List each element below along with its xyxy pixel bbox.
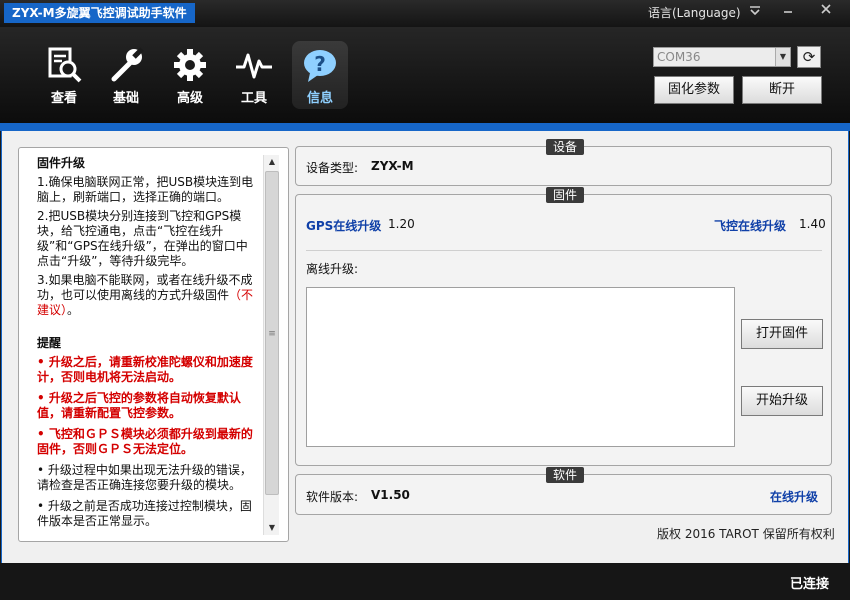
help-scrollbar[interactable]: ▲ ≡ ▼ <box>263 155 279 535</box>
firmware-group: 固件 GPS在线升级 1.20 飞控在线升级 1.40 离线升级: 打开固件 开… <box>295 187 832 466</box>
gps-online-upgrade-link[interactable]: GPS在线升级 <box>306 217 381 234</box>
help-step: 1.确保电脑联网正常，把USB模块连到电脑上，刷新端口，选择正确的端口。 <box>37 175 254 204</box>
divider <box>306 250 822 251</box>
device-type-label: 设备类型: <box>306 161 359 175</box>
nav-view[interactable]: 查看 <box>36 41 92 109</box>
connection-status: 已连接 <box>789 577 829 592</box>
nav-basic-label: 基础 <box>112 91 139 106</box>
gps-version: 1.20 <box>388 217 415 231</box>
nav-basic[interactable]: 基础 <box>98 41 154 109</box>
help-panel: 固件升级 1.确保电脑联网正常，把USB模块连到电脑上，刷新端口，选择正确的端口… <box>18 147 289 542</box>
scroll-up-icon[interactable]: ▲ <box>264 155 280 169</box>
copyright-text: 版权 2016 TAROT 保留所有权利 <box>657 527 835 541</box>
open-firmware-button[interactable]: 打开固件 <box>741 319 823 349</box>
software-group: 软件 软件版本: V1.50 在线升级 <box>295 467 832 515</box>
help-step-3: 3.如果电脑不能联网，或者在线升级不成功，也可以使用离线的方式升级固件（不建议）… <box>37 273 259 318</box>
svg-text:?: ? <box>314 52 326 76</box>
device-type-value: ZYX-M <box>371 159 414 173</box>
status-bar: 已连接 <box>0 563 850 600</box>
software-version-value: V1.50 <box>371 488 410 502</box>
fc-online-upgrade-link[interactable]: 飞控在线升级 <box>714 217 786 234</box>
scroll-down-icon[interactable]: ▼ <box>264 521 280 535</box>
nav-advanced[interactable]: 高级 <box>162 41 218 109</box>
disconnect-button[interactable]: 断开 <box>742 76 822 104</box>
toolbar: 查看 基础 高级 工具 ? 信息 COM36 ▼ ⟳ 固化参数 断开 <box>0 27 850 123</box>
help-step-3-end: 。 <box>67 303 80 317</box>
save-params-button[interactable]: 固化参数 <box>654 76 734 104</box>
refresh-icon[interactable]: ⟳ <box>797 46 821 68</box>
app-title: ZYX-M多旋翼飞控调试助手软件 <box>4 3 195 23</box>
offline-upgrade-log[interactable] <box>306 287 735 447</box>
reminder-item: • 升级过程中如果出现无法升级的错误，请检查是否正确连接您要升级的模块。 <box>37 463 252 492</box>
pulse-icon <box>236 53 272 79</box>
minimize-icon[interactable] <box>776 2 800 22</box>
reminder-heading: 提醒 <box>37 336 62 350</box>
reminder-item: • 升级之前是否成功连接过控制模块，固件版本是否正常显示。 <box>37 499 252 528</box>
info-bubble-icon: ? <box>304 50 336 82</box>
software-version-label: 软件版本: <box>306 490 359 504</box>
com-port-select[interactable]: COM36 ▼ <box>653 47 791 67</box>
gear-icon <box>174 49 206 81</box>
title-bar: ZYX-M多旋翼飞控调试助手软件 语言(Language) <box>0 0 850 27</box>
nav-info[interactable]: ? 信息 <box>292 41 348 109</box>
offline-upgrade-label: 离线升级: <box>306 262 359 276</box>
nav-tools[interactable]: 工具 <box>226 41 282 109</box>
fc-version: 1.40 <box>799 217 826 231</box>
software-group-title: 软件 <box>546 467 585 483</box>
reminder-item: • 升级之后，请重新校准陀螺仪和加速度计，否则电机将无法启动。 <box>37 355 253 384</box>
nav-info-label: 信息 <box>306 91 333 106</box>
nav-tools-label: 工具 <box>240 91 267 106</box>
com-port-value: COM36 <box>657 50 701 64</box>
chevron-down-icon[interactable]: ▼ <box>775 48 790 66</box>
scroll-thumb[interactable]: ≡ <box>265 171 279 495</box>
language-menu[interactable]: 语言(Language) <box>648 4 741 22</box>
help-step-3-text: 3.如果电脑不能联网，或者在线升级不成功，也可以使用离线的方式升级固件 <box>37 273 253 302</box>
reminder-item: • 升级之后飞控的参数将自动恢复默认值，请重新配置飞控参数。 <box>37 391 241 420</box>
start-upgrade-button[interactable]: 开始升级 <box>741 386 823 416</box>
help-text: 固件升级 1.确保电脑联网正常，把USB模块连到电脑上，刷新端口，选择正确的端口… <box>19 148 265 541</box>
device-group: 设备 设备类型: ZYX-M <box>295 139 832 186</box>
wrench-icon <box>111 47 144 82</box>
nav-advanced-label: 高级 <box>176 91 203 106</box>
help-step: 2.把USB模块分别连接到飞控和GPS模块，给飞控通电，点击“飞控在线升级”和“… <box>37 209 248 268</box>
magnifier-document-icon <box>48 47 82 83</box>
menu-dropdown-icon[interactable] <box>743 2 767 22</box>
software-online-upgrade-link[interactable]: 在线升级 <box>770 488 818 505</box>
close-icon[interactable] <box>814 2 838 22</box>
firmware-group-title: 固件 <box>546 187 585 203</box>
reminder-item: • 飞控和ＧＰＳ模块必须都升级到最新的固件，否则ＧＰＳ无法定位。 <box>37 427 253 456</box>
nav-view-label: 查看 <box>50 91 77 106</box>
accent-band <box>0 123 850 131</box>
firmware-heading: 固件升级 <box>37 156 86 170</box>
device-group-title: 设备 <box>546 139 585 155</box>
